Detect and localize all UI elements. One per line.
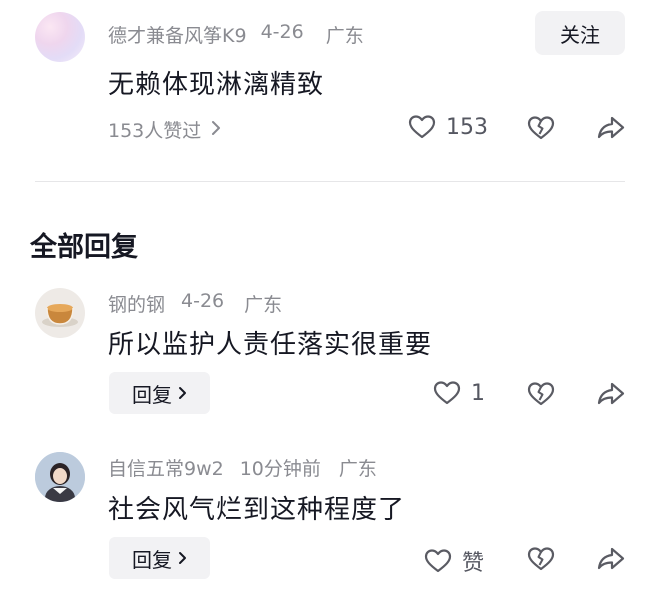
share-button[interactable] — [597, 546, 625, 576]
reply-button[interactable]: 回复 — [109, 537, 210, 579]
comment-text: 无赖体现淋漓精致 — [108, 70, 325, 100]
avatar[interactable] — [35, 288, 85, 338]
comment-meta: 德才兼备风筝K9 4-26 广东 — [108, 21, 364, 48]
share-icon — [597, 382, 625, 411]
broken-heart-icon — [527, 116, 555, 145]
comment-location: 广东 — [244, 294, 283, 316]
comment-meta: 钢的钢 4-26 广东 — [108, 290, 282, 317]
comment-text: 所以监护人责任落实很重要 — [108, 330, 433, 360]
like-button[interactable]: 赞 — [424, 545, 484, 577]
comment-location: 广东 — [325, 25, 364, 47]
comment-location: 广东 — [338, 458, 377, 480]
broken-heart-icon — [527, 382, 555, 411]
heart-icon — [433, 380, 461, 406]
username[interactable]: 德才兼备风筝K9 — [108, 21, 247, 48]
likes-summary-text: 153人赞过 — [108, 120, 202, 142]
like-count: 赞 — [462, 551, 485, 576]
like-count: 1 — [471, 380, 485, 406]
follow-button[interactable]: 关注 — [535, 11, 625, 55]
comment-date: 4-26 — [181, 290, 225, 312]
avatar[interactable] — [35, 452, 85, 502]
dislike-button[interactable] — [527, 381, 555, 411]
chevron-right-icon — [178, 546, 187, 570]
divider — [35, 181, 625, 182]
chevron-right-icon — [211, 119, 221, 141]
username[interactable]: 钢的钢 — [108, 290, 165, 317]
share-button[interactable] — [597, 115, 625, 145]
dislike-button[interactable] — [527, 546, 555, 576]
like-count: 153 — [446, 114, 488, 140]
like-button[interactable]: 153 — [408, 114, 488, 140]
heart-icon — [424, 548, 452, 574]
comment-date: 10分钟前 — [239, 458, 321, 480]
comment-date: 4-26 — [260, 21, 304, 43]
comment-meta: 自信五常9w2 10分钟前 广东 — [108, 454, 377, 481]
share-icon — [597, 116, 625, 145]
broken-heart-icon — [527, 547, 555, 576]
avatar[interactable] — [35, 12, 85, 62]
like-button[interactable]: 1 — [433, 380, 485, 406]
section-title: 全部回复 — [30, 232, 138, 263]
share-button[interactable] — [597, 381, 625, 411]
likes-summary-link[interactable]: 153人赞过 — [108, 116, 221, 143]
share-icon — [597, 547, 625, 576]
comment-text: 社会风气烂到这种程度了 — [108, 495, 406, 525]
heart-icon — [408, 114, 436, 140]
reply-button[interactable]: 回复 — [109, 372, 210, 414]
reply-label: 回复 — [132, 547, 172, 572]
username[interactable]: 自信五常9w2 — [108, 454, 224, 481]
dislike-button[interactable] — [527, 115, 555, 145]
reply-label: 回复 — [132, 382, 172, 407]
chevron-right-icon — [178, 381, 187, 405]
